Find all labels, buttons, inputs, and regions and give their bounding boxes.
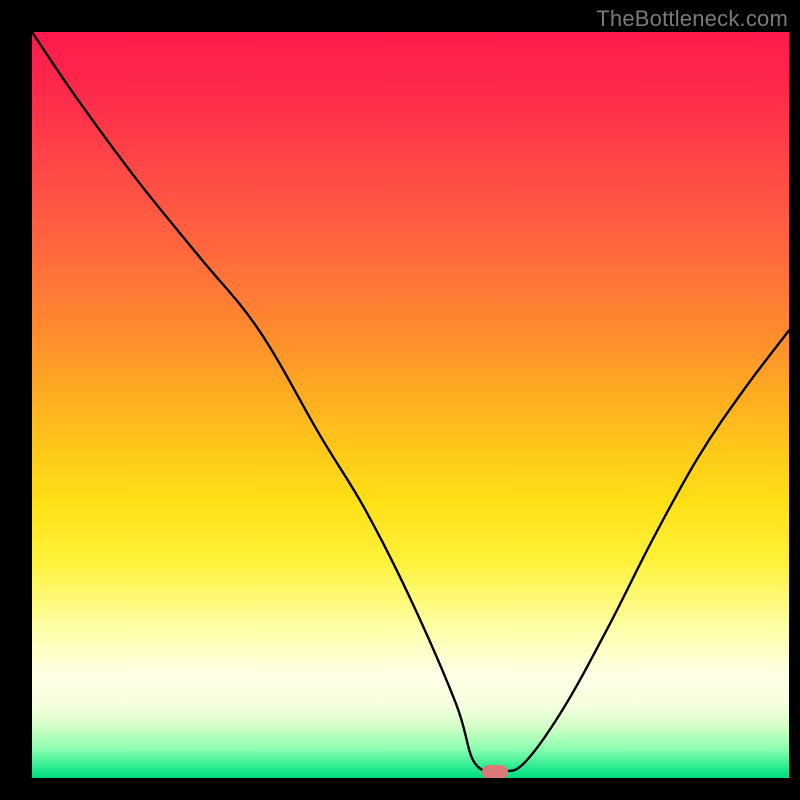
plot-area (32, 32, 789, 778)
watermark-text: TheBottleneck.com (596, 6, 788, 32)
chart-frame: TheBottleneck.com (0, 0, 800, 800)
curve-line (32, 32, 789, 778)
optimal-marker-icon (482, 765, 508, 778)
